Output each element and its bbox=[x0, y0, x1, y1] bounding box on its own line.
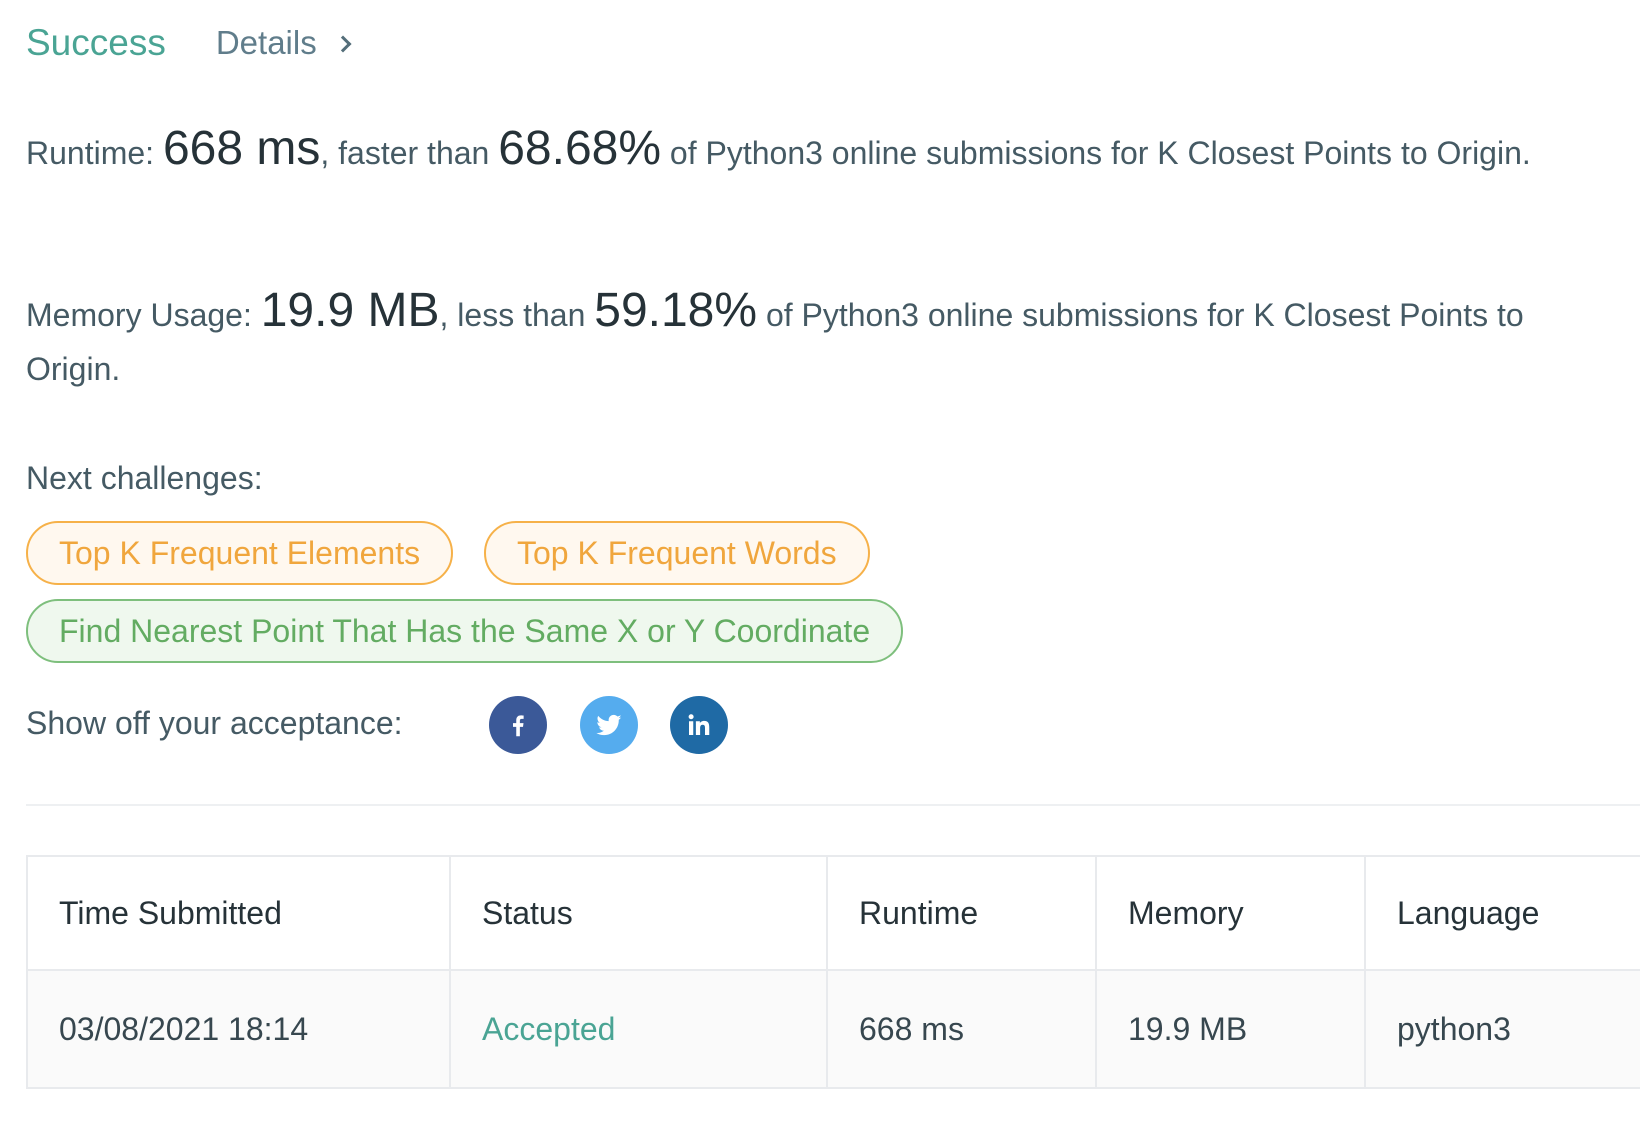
submission-result-page: Success Details Runtime: 668 ms, faster … bbox=[0, 0, 1640, 1134]
details-label: Details bbox=[215, 24, 317, 61]
challenge-pill-top-k-frequent-words[interactable]: Top K Frequent Words bbox=[484, 521, 870, 585]
challenge-pill-top-k-frequent-elements[interactable]: Top K Frequent Elements bbox=[26, 521, 454, 585]
runtime-summary: Runtime: 668 ms, faster than 68.68% of P… bbox=[26, 122, 1626, 180]
facebook-share-button[interactable] bbox=[489, 696, 547, 754]
twitter-icon bbox=[596, 714, 622, 736]
runtime-percent: 68.68% bbox=[498, 122, 662, 175]
runtime-comparison: , faster than bbox=[320, 135, 490, 171]
chevron-right-icon bbox=[334, 35, 352, 53]
cell-language: python3 bbox=[1364, 969, 1640, 1089]
memory-comparison: , less than bbox=[439, 297, 586, 333]
status-title: Success bbox=[26, 22, 166, 63]
next-challenges-label: Next challenges: bbox=[26, 460, 263, 496]
cell-memory: 19.9 MB bbox=[1095, 969, 1366, 1089]
details-link[interactable]: Details bbox=[215, 24, 352, 62]
column-header-memory: Memory bbox=[1095, 855, 1366, 971]
section-divider bbox=[26, 804, 1640, 806]
twitter-share-button[interactable] bbox=[580, 696, 638, 754]
table-header-row: Time Submitted Status Runtime Memory Lan… bbox=[26, 855, 1640, 971]
runtime-value: 668 ms bbox=[162, 122, 321, 175]
result-header: Success Details bbox=[26, 22, 352, 64]
memory-value: 19.9 MB bbox=[260, 284, 440, 337]
submissions-table: Time Submitted Status Runtime Memory Lan… bbox=[26, 855, 1640, 1089]
column-header-runtime: Runtime bbox=[826, 855, 1097, 971]
cell-time-submitted: 03/08/2021 18:14 bbox=[26, 969, 451, 1089]
column-header-language: Language bbox=[1364, 855, 1640, 971]
memory-summary: Memory Usage: 19.9 MB, less than 59.18% … bbox=[26, 284, 1626, 396]
cell-status-link[interactable]: Accepted bbox=[449, 969, 828, 1089]
facebook-icon bbox=[513, 715, 524, 737]
linkedin-icon bbox=[688, 714, 710, 735]
memory-percent: 59.18% bbox=[594, 284, 758, 337]
column-header-status: Status bbox=[449, 855, 828, 971]
column-header-time-submitted: Time Submitted bbox=[26, 855, 451, 971]
share-label: Show off your acceptance: bbox=[26, 705, 403, 741]
cell-runtime: 668 ms bbox=[826, 969, 1097, 1089]
runtime-label: Runtime: bbox=[26, 135, 155, 171]
table-row: 03/08/2021 18:14 Accepted 668 ms 19.9 MB… bbox=[26, 969, 1640, 1089]
memory-label: Memory Usage: bbox=[26, 297, 252, 333]
challenge-pill-find-nearest-point[interactable]: Find Nearest Point That Has the Same X o… bbox=[26, 599, 904, 663]
runtime-suffix: of Python3 online submissions for K Clos… bbox=[669, 135, 1531, 171]
linkedin-share-button[interactable] bbox=[670, 696, 728, 754]
